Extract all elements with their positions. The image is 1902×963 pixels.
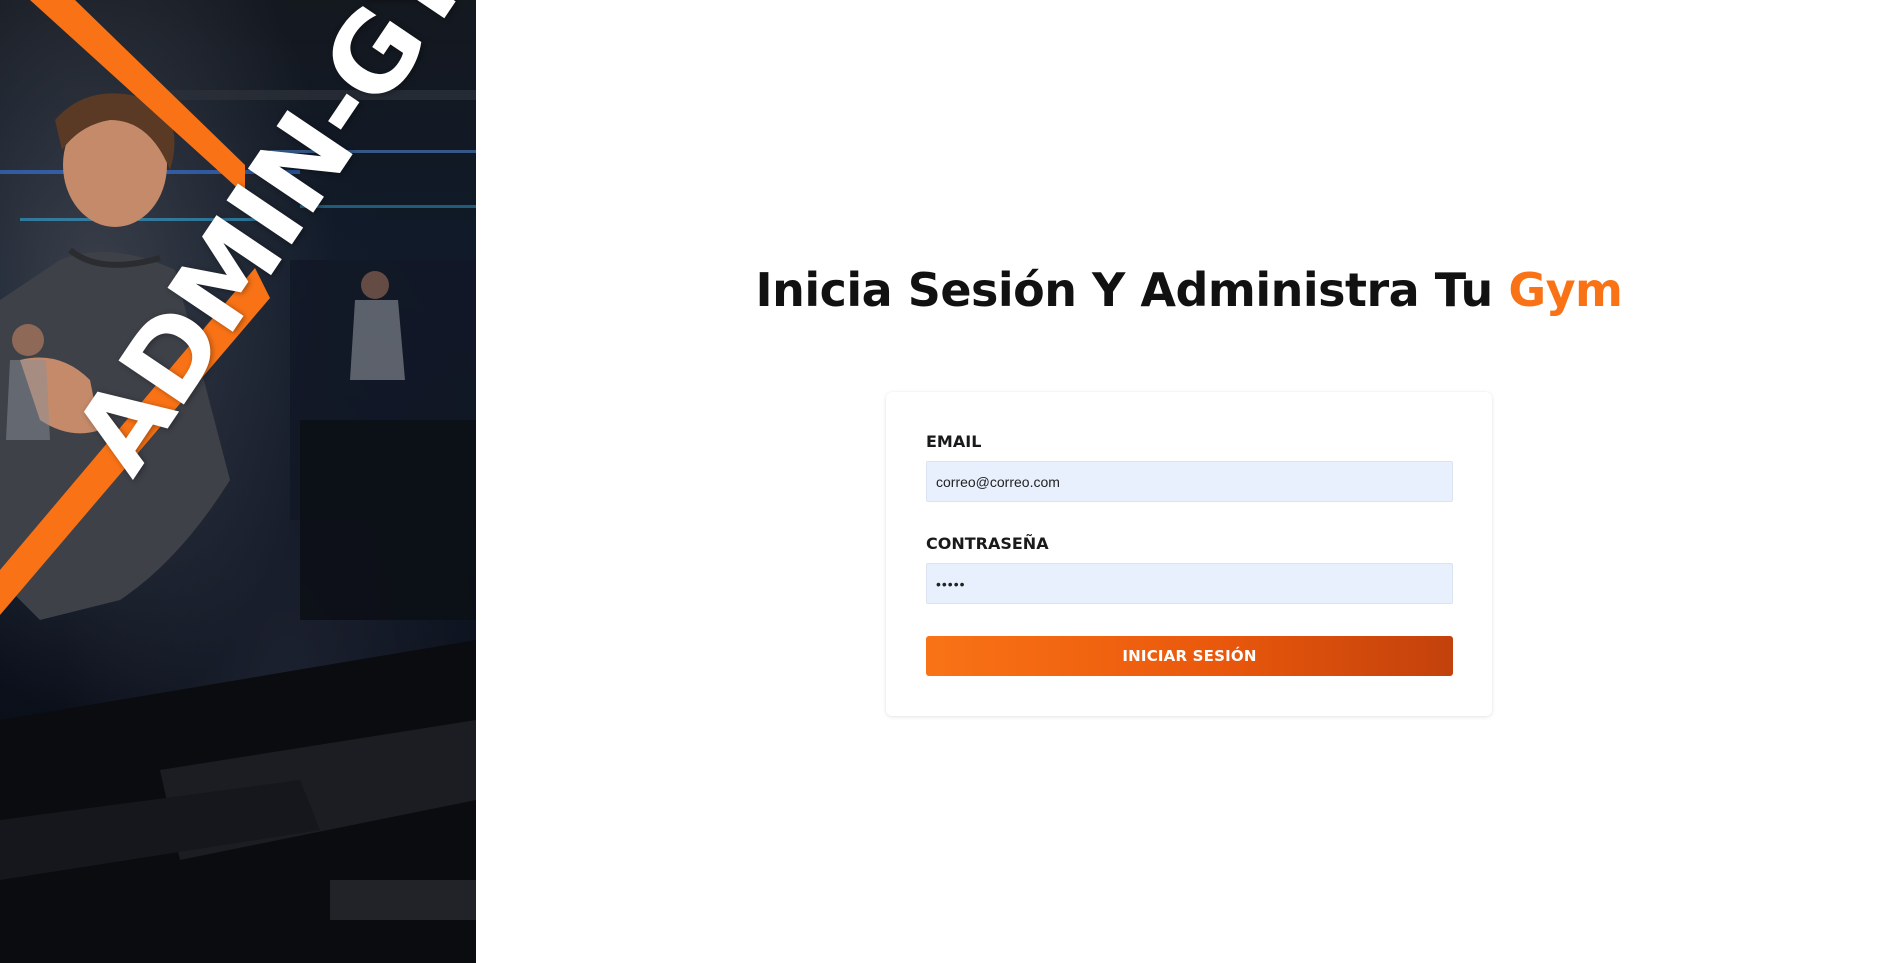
password-label: CONTRASEÑA — [926, 534, 1049, 553]
login-page: ADMIN-GYM Inicia Sesión Y Administra Tu … — [0, 0, 1902, 963]
hero-panel: ADMIN-GYM — [0, 0, 476, 963]
gym-athlete-photo — [0, 0, 476, 963]
page-title: Inicia Sesión Y Administra Tu Gym — [476, 262, 1902, 318]
email-label: EMAIL — [926, 432, 982, 451]
login-form: EMAIL CONTRASEÑA INICIAR SESIÓN — [886, 392, 1492, 716]
login-button[interactable]: INICIAR SESIÓN — [926, 636, 1453, 676]
email-field-group: EMAIL — [926, 432, 1453, 514]
email-field[interactable] — [926, 461, 1453, 502]
login-content: Inicia Sesión Y Administra Tu Gym EMAIL … — [476, 0, 1902, 963]
password-field-group: CONTRASEÑA — [926, 534, 1453, 616]
page-title-accent: Gym — [1508, 263, 1623, 317]
password-field[interactable] — [926, 563, 1453, 604]
page-title-prefix: Inicia Sesión Y Administra Tu — [755, 263, 1509, 317]
